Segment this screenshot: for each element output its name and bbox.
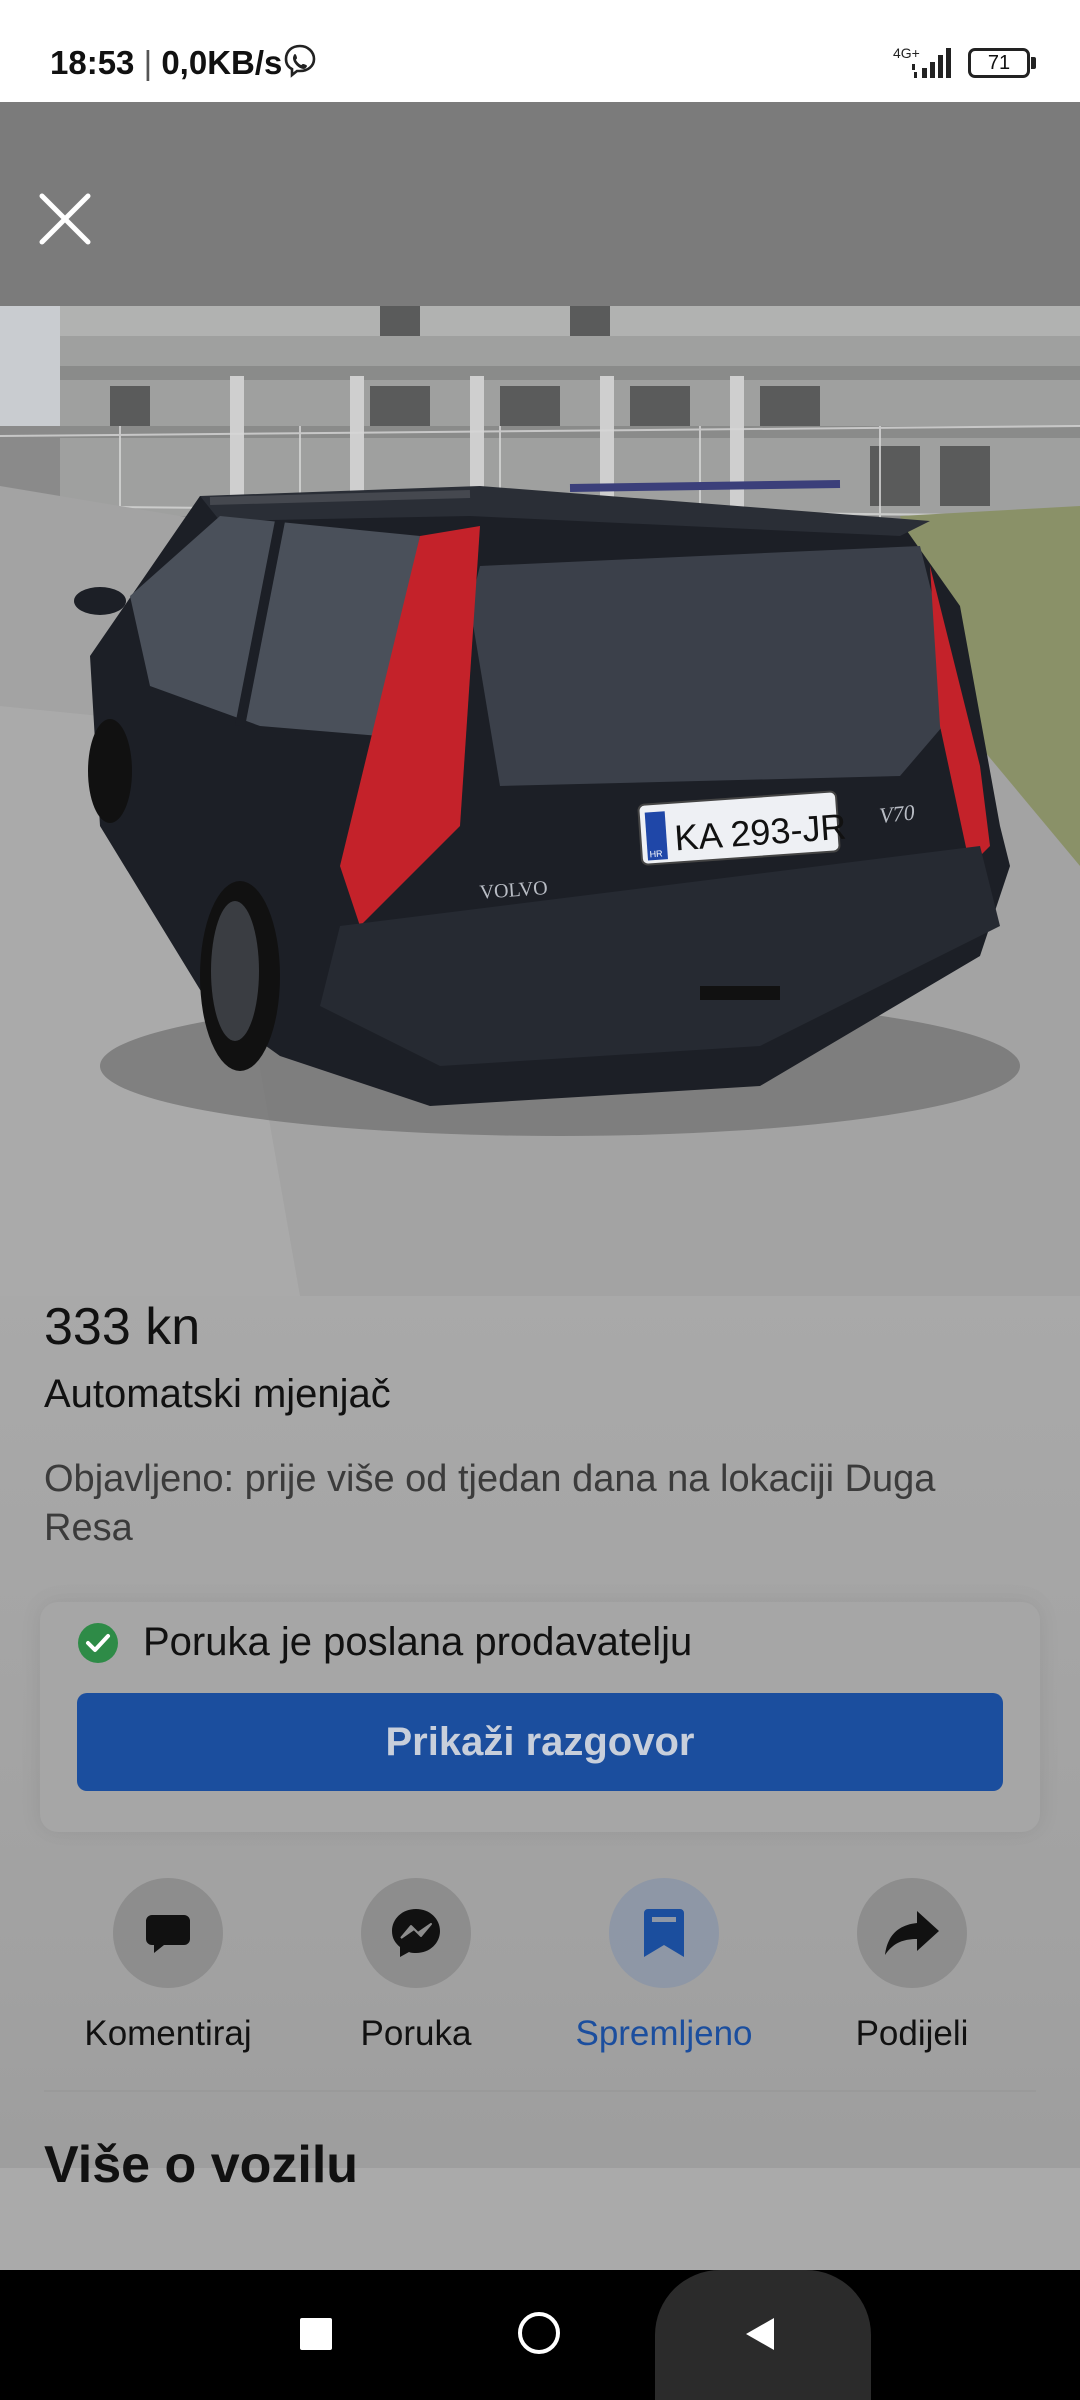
network-speed: 0,0KB/s (161, 44, 283, 81)
model-badge: V70 (878, 799, 916, 828)
listing-transmission: Automatski mjenjač (44, 1372, 391, 1416)
status-time: 18:53 | 0,0KB/s (50, 44, 282, 82)
view-conversation-button[interactable]: Prikaži razgovor (77, 1693, 1003, 1791)
listing-photo[interactable]: KA 293-JR HR VOLVO V70 (0, 306, 1080, 1296)
share-icon (885, 1911, 939, 1955)
section-divider (44, 2090, 1036, 2092)
battery-tip (1031, 57, 1036, 69)
message-button[interactable] (361, 1878, 471, 1988)
saved-action[interactable]: Spremljeno (554, 1878, 774, 2054)
close-icon[interactable] (36, 190, 94, 248)
comment-label: Komentiraj (84, 2014, 252, 2053)
comment-button[interactable] (113, 1878, 223, 1988)
message-action[interactable]: Poruka (306, 1878, 526, 2054)
section-title: Više o vozilu (44, 2136, 359, 2194)
status-separator: | (143, 44, 153, 81)
listing-posted-info: Objavljeno: prije više od tjedan dana na… (44, 1458, 936, 1549)
back-icon[interactable] (740, 2314, 780, 2354)
share-label: Podijeli (855, 2014, 969, 2053)
saved-label: Spremljeno (575, 2014, 753, 2053)
listing-price: 333 kn (44, 1298, 201, 1356)
comment-icon (146, 1915, 190, 1953)
share-button[interactable] (857, 1878, 967, 1988)
messenger-icon (392, 1909, 440, 1957)
message-status-text: Poruka je poslana prodavatelju (143, 1620, 693, 1664)
saved-button[interactable] (609, 1878, 719, 1988)
home-icon[interactable] (516, 2310, 562, 2356)
battery-icon: 71 (968, 48, 1030, 78)
recent-apps-icon[interactable] (300, 2318, 332, 2350)
comment-action[interactable]: Komentiraj (58, 1878, 278, 2054)
check-circle-icon (78, 1623, 118, 1663)
status-bar: 18:53 | 0,0KB/s 4G+ 71 (0, 0, 1080, 102)
clock: 18:53 (50, 44, 135, 81)
message-label: Poruka (360, 2014, 472, 2053)
plate-country: HR (649, 848, 663, 859)
signal-icon (912, 48, 951, 78)
viber-icon (284, 44, 316, 78)
car-photo: KA 293-JR HR VOLVO V70 (0, 306, 1080, 1296)
share-action[interactable]: Podijeli (802, 1878, 1022, 2054)
bookmark-icon (644, 1909, 684, 1957)
viewer-header (0, 102, 1080, 306)
